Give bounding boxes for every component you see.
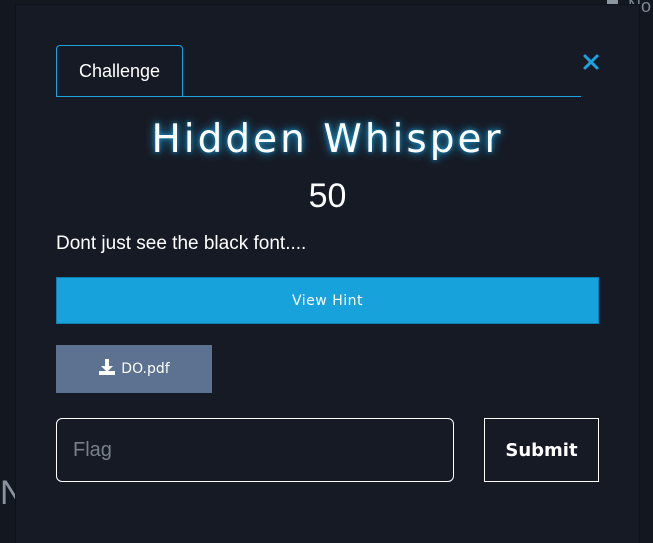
download-file-button[interactable]: DO.pdf <box>56 345 212 393</box>
challenge-points: 50 <box>308 177 347 215</box>
challenge-modal: Challenge Hidden Whisper 50 Dont just se… <box>16 5 639 543</box>
flag-input[interactable] <box>56 418 454 482</box>
close-icon[interactable] <box>580 51 602 73</box>
view-hint-button[interactable]: View Hint <box>56 277 599 324</box>
challenge-title: Hidden Whisper <box>151 117 504 162</box>
modal-tab-bar: Challenge <box>56 45 581 97</box>
submit-button[interactable]: Submit <box>484 418 599 482</box>
tab-challenge[interactable]: Challenge <box>56 45 183 96</box>
file-name-label: DO.pdf <box>121 361 170 377</box>
challenge-description: Dont just see the black font.... <box>56 233 307 254</box>
download-icon <box>98 358 116 380</box>
